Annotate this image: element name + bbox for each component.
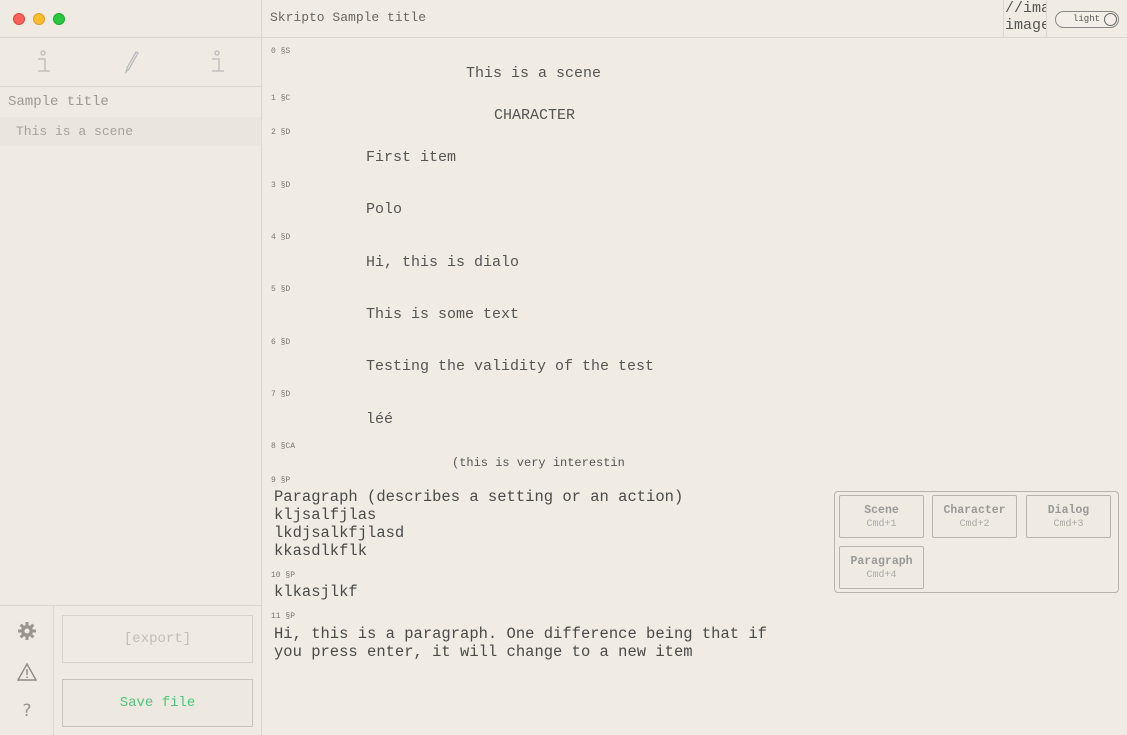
help-icon[interactable]: ? [14, 698, 40, 724]
maximize-window-button[interactable] [53, 13, 65, 25]
parenthetical-line[interactable]: (this is very interestin [452, 454, 625, 472]
shortcut-label: Cmd+2 [959, 519, 990, 530]
line-meta: 2 §D [271, 128, 291, 137]
image-placeholder: //ima image [1003, 0, 1047, 38]
line-meta: 6 §D [271, 338, 291, 347]
character-line[interactable]: CHARACTER [494, 107, 575, 125]
paragraph-line[interactable]: Paragraph (describes a setting or an act… [274, 488, 683, 560]
button-label: Dialog [1047, 504, 1090, 517]
minimize-window-button[interactable] [33, 13, 45, 25]
window-controls [0, 0, 261, 38]
paragraph-line[interactable]: Hi, this is a paragraph. One difference … [274, 625, 767, 661]
script-editor[interactable]: 0 §S This is a scene 1 §C CHARACTER 2 §D… [262, 38, 1127, 735]
export-button[interactable]: [export] [62, 615, 253, 663]
dialog-type-button[interactable]: Dialog Cmd+3 [1026, 495, 1111, 538]
shortcut-label: Cmd+3 [1053, 519, 1084, 530]
line-meta: 9 §P [271, 476, 291, 485]
toggle-knob-icon [1104, 13, 1117, 26]
sidebar-toolbar [0, 38, 261, 87]
info-icon-secondary[interactable] [198, 42, 238, 82]
line-meta: 5 §D [271, 285, 291, 294]
scene-heading-line[interactable]: This is a scene [466, 65, 601, 83]
line-meta: 10 §P [271, 571, 296, 580]
button-label: Character [943, 504, 1006, 517]
image-text-line-1: //ima [1005, 0, 1047, 17]
theme-toggle-label: light [1073, 14, 1101, 24]
warning-icon[interactable] [14, 659, 40, 685]
main-area: Skripto Sample title //ima image light 0… [262, 0, 1127, 735]
dialog-line[interactable]: Hi, this is dialo [366, 254, 519, 272]
theme-toggle[interactable]: light [1055, 11, 1119, 28]
sidebar: Sample title This is a scene ? [export] … [0, 0, 262, 735]
shortcut-label: Cmd+4 [866, 570, 897, 581]
line-meta: 7 §D [271, 390, 291, 399]
close-window-button[interactable] [13, 13, 25, 25]
scene-type-button[interactable]: Scene Cmd+1 [839, 495, 924, 538]
dialog-line[interactable]: Polo [366, 201, 402, 219]
character-type-button[interactable]: Character Cmd+2 [932, 495, 1017, 538]
app-window: Sample title This is a scene ? [export] … [0, 0, 1127, 735]
paragraph-line[interactable]: klkasjlkf [274, 583, 358, 601]
scene-list-item[interactable]: This is a scene [0, 117, 261, 146]
document-title[interactable]: Sample title [0, 87, 261, 117]
button-label: Paragraph [850, 555, 913, 568]
dialog-line[interactable]: This is some text [366, 306, 519, 324]
line-meta: 3 §D [271, 181, 291, 190]
line-meta: 8 §CA [271, 442, 296, 451]
button-label: Scene [864, 504, 899, 517]
sidebar-footer: ? [export] Save file [0, 605, 261, 735]
line-meta: 1 §C [271, 94, 291, 103]
shortcut-label: Cmd+1 [866, 519, 897, 530]
line-meta: 11 §P [271, 612, 296, 621]
sidebar-icon-column: ? [0, 606, 54, 735]
pencil-icon[interactable] [111, 42, 151, 82]
element-type-picker: Scene Cmd+1 Character Cmd+2 Dialog Cmd+3… [834, 491, 1119, 593]
dialog-line[interactable]: Testing the validity of the test [366, 358, 654, 376]
save-file-button[interactable]: Save file [62, 679, 253, 727]
dialog-line[interactable]: First item [366, 149, 456, 167]
line-meta: 0 §S [271, 47, 291, 56]
gear-icon[interactable] [14, 618, 40, 644]
paragraph-type-button[interactable]: Paragraph Cmd+4 [839, 546, 924, 589]
info-icon[interactable] [24, 42, 64, 82]
line-meta: 4 §D [271, 233, 291, 242]
dialog-line[interactable]: léé [366, 411, 393, 429]
image-text-line-2: image [1005, 17, 1047, 34]
title-bar: Skripto Sample title //ima image light [262, 0, 1127, 38]
window-title: Skripto Sample title [270, 10, 427, 25]
